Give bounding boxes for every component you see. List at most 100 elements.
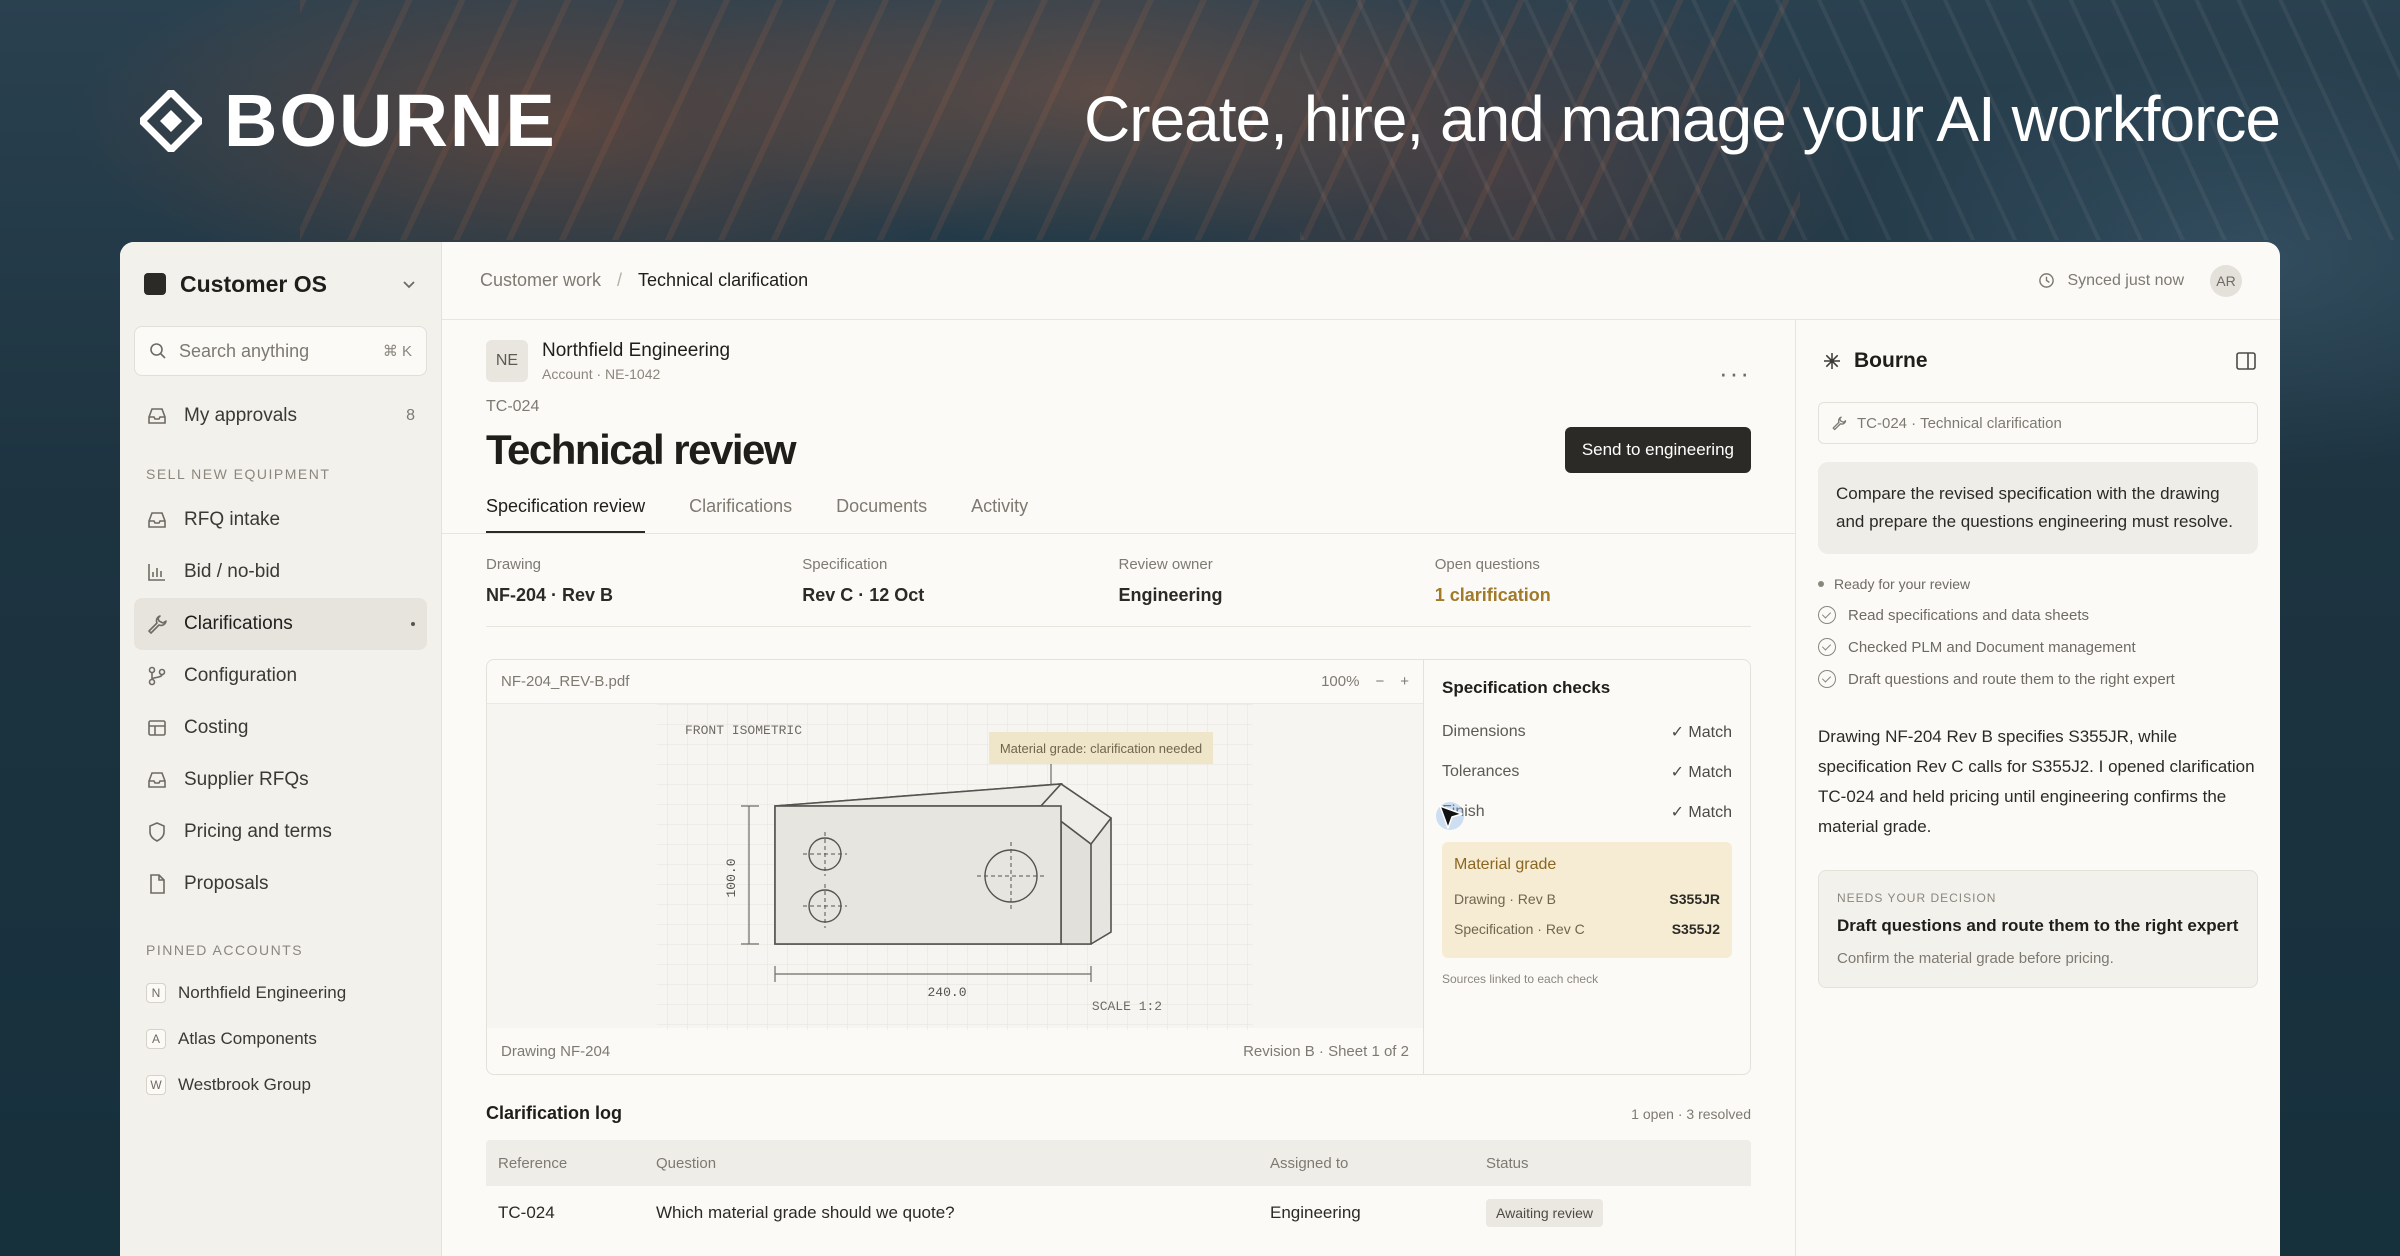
branch-icon [148, 666, 166, 686]
agent-step: Checked PLM and Document management [1818, 638, 2258, 656]
review-meta: Drawing NF-204 · Rev B Specification Rev… [486, 556, 1751, 627]
section-label: SELL NEW EQUIPMENT [146, 466, 331, 482]
zoom-level: 100% [1321, 673, 1360, 690]
meta-drawing: Drawing NF-204 · Rev B [486, 556, 802, 606]
check-status: ✓ Match [1670, 764, 1732, 781]
sidebar-item-label: My approvals [184, 405, 297, 426]
clock-icon [2039, 273, 2055, 288]
document-icon [150, 874, 165, 894]
approvals-count: 8 [406, 407, 415, 424]
more-options-icon[interactable]: ··· [1719, 358, 1751, 389]
check-circle-icon [1818, 670, 1836, 688]
check-label: Dimensions [1442, 723, 1526, 740]
assistant-panel: Bourne TC-024 · Technical clarification … [1796, 320, 2280, 1256]
page-title: Technical review [486, 426, 797, 473]
checks-note: Sources linked to each check [1442, 972, 1599, 986]
wrench-icon [148, 615, 167, 634]
top-bar: Customer work / Technical clarification … [442, 242, 2280, 320]
title-row: Technical review Send to engineering [486, 426, 1751, 474]
specification-checks: Specification checks Dimensions ✓ Match … [1424, 660, 1750, 1074]
column-header: Question [656, 1154, 717, 1172]
tab-documents[interactable]: Documents [836, 496, 927, 533]
material-grade-mismatch[interactable]: Material grade Drawing · Rev B S355JR Sp… [1442, 842, 1732, 958]
assistant-header: Bourne [1818, 320, 2258, 402]
panel-toggle-icon[interactable] [2234, 349, 2258, 373]
file-name[interactable]: NF-204_REV-B.pdf [501, 673, 629, 690]
step-label: Read specifications and data sheets [1848, 606, 2089, 624]
shield-icon [149, 822, 165, 842]
sidebar-item-proposals[interactable]: Proposals [134, 858, 427, 910]
user-prompt: Compare the revised specification with t… [1818, 462, 2258, 554]
app-window: Customer OS Search anything ⌘ K My appro… [120, 242, 2280, 1256]
log-title: Clarification log [486, 1103, 623, 1123]
sidebar-item-bid-no-bid[interactable]: Bid / no-bid [134, 546, 427, 598]
pinned-account-atlas[interactable]: A Atlas Components [134, 1016, 427, 1062]
decision-title: Draft questions and route them to the ri… [1837, 916, 2239, 935]
account-initial: W [146, 1075, 166, 1095]
meta-label: Open questions [1434, 556, 1540, 573]
sidebar-item-label: RFQ intake [184, 509, 281, 530]
sidebar-item-label: Proposals [184, 873, 269, 894]
zoom-in-button[interactable]: + [1400, 673, 1409, 690]
sparkle-icon [1824, 353, 1840, 369]
tab-bar: Specification review Clarifications Docu… [442, 496, 1795, 534]
check-dimensions[interactable]: Dimensions ✓ Match [1442, 712, 1732, 752]
grade-source: Specification · Rev C [1454, 921, 1585, 937]
sidebar-item-label: Clarifications [184, 613, 293, 634]
sidebar-item-supplier-rfqs[interactable]: Supplier RFQs [134, 754, 427, 806]
meta-value: Engineering [1118, 585, 1223, 605]
breadcrumb-separator: / [617, 270, 623, 290]
tab-activity[interactable]: Activity [971, 496, 1028, 533]
table-row[interactable]: TC-024 Which material grade should we qu… [486, 1186, 1751, 1240]
sidebar-item-pricing-and-terms[interactable]: Pricing and terms [134, 806, 427, 858]
context-label: TC-024 · Technical clarification [1857, 414, 2062, 432]
account-initial: A [146, 1029, 166, 1049]
meta-review-owner: Review owner Engineering [1119, 556, 1435, 606]
active-dot [411, 622, 415, 626]
workspace-name: Customer OS [180, 270, 327, 297]
avatar[interactable]: AR [2210, 264, 2242, 297]
drawing-id: Drawing NF-204 [501, 1042, 611, 1060]
sidebar-item-my-approvals[interactable]: My approvals 8 [134, 390, 427, 442]
account-badge: NE [486, 340, 528, 382]
tab-specification-review[interactable]: Specification review [486, 496, 646, 533]
grade-source: Drawing · Rev B [1454, 891, 1556, 907]
search-placeholder: Search anything [179, 340, 310, 361]
account-name[interactable]: Northfield Engineering [542, 340, 730, 362]
sidebar-item-costing[interactable]: Costing [134, 702, 427, 754]
pinned-account-northfield[interactable]: N Northfield Engineering [134, 970, 427, 1016]
send-to-engineering-button[interactable]: Send to engineering [1564, 427, 1751, 473]
bar-chart-icon [148, 564, 165, 581]
sidebar-item-label: Pricing and terms [184, 821, 332, 842]
context-chip[interactable]: TC-024 · Technical clarification [1818, 402, 2258, 444]
pinned-account-westbrook[interactable]: W Westbrook Group [134, 1062, 427, 1108]
tab-clarifications[interactable]: Clarifications [689, 496, 792, 533]
workspace-logo [144, 273, 166, 295]
drawing-viewer: NF-204_REV-B.pdf 100% − + FRONT ISOMETRI… [486, 659, 1751, 1075]
decision-card[interactable]: NEEDS YOUR DECISION Draft questions and … [1818, 870, 2258, 988]
assistant-title: Bourne [1854, 349, 1928, 372]
sidebar-item-configuration[interactable]: Configuration [134, 650, 427, 702]
hero-tagline: Create, hire, and manage your AI workfor… [1084, 83, 2281, 155]
technical-drawing[interactable]: FRONT ISOMETRIC Material grade: clarific… [487, 704, 1423, 1030]
check-tolerances[interactable]: Tolerances ✓ Match [1442, 752, 1732, 792]
content: NE Northfield Engineering Account · NE-1… [442, 320, 2280, 1256]
zoom-out-button[interactable]: − [1375, 673, 1384, 690]
workspace-switcher[interactable]: Customer OS [134, 242, 427, 326]
breadcrumb-parent[interactable]: Customer work [480, 270, 601, 291]
search-input[interactable]: Search anything ⌘ K [134, 326, 427, 376]
account-sub: Account · NE-1042 [542, 366, 661, 382]
brand-logo: BOURNE [137, 78, 557, 163]
check-finish[interactable]: Finish ✓ Match [1442, 792, 1732, 832]
sidebar-item-label: Bid / no-bid [184, 561, 281, 582]
sidebar-item-rfq-intake[interactable]: RFQ intake [134, 494, 427, 546]
sidebar-item-clarifications[interactable]: Clarifications [134, 598, 427, 650]
view-label: FRONT ISOMETRIC [685, 723, 802, 738]
sync-status: Synced just now AR [2038, 264, 2242, 297]
open-questions-link[interactable]: 1 clarification [1435, 585, 1751, 606]
diamond-logo-icon [137, 86, 205, 155]
clarification-log-header: Clarification log 1 open · 3 resolved [486, 1103, 1751, 1124]
clarification-table: Reference Question Assigned to Status TC… [486, 1140, 1751, 1240]
inbox-icon [148, 772, 166, 788]
assistant-answer: Drawing NF-204 Rev B specifies S355JR, w… [1818, 727, 2255, 836]
